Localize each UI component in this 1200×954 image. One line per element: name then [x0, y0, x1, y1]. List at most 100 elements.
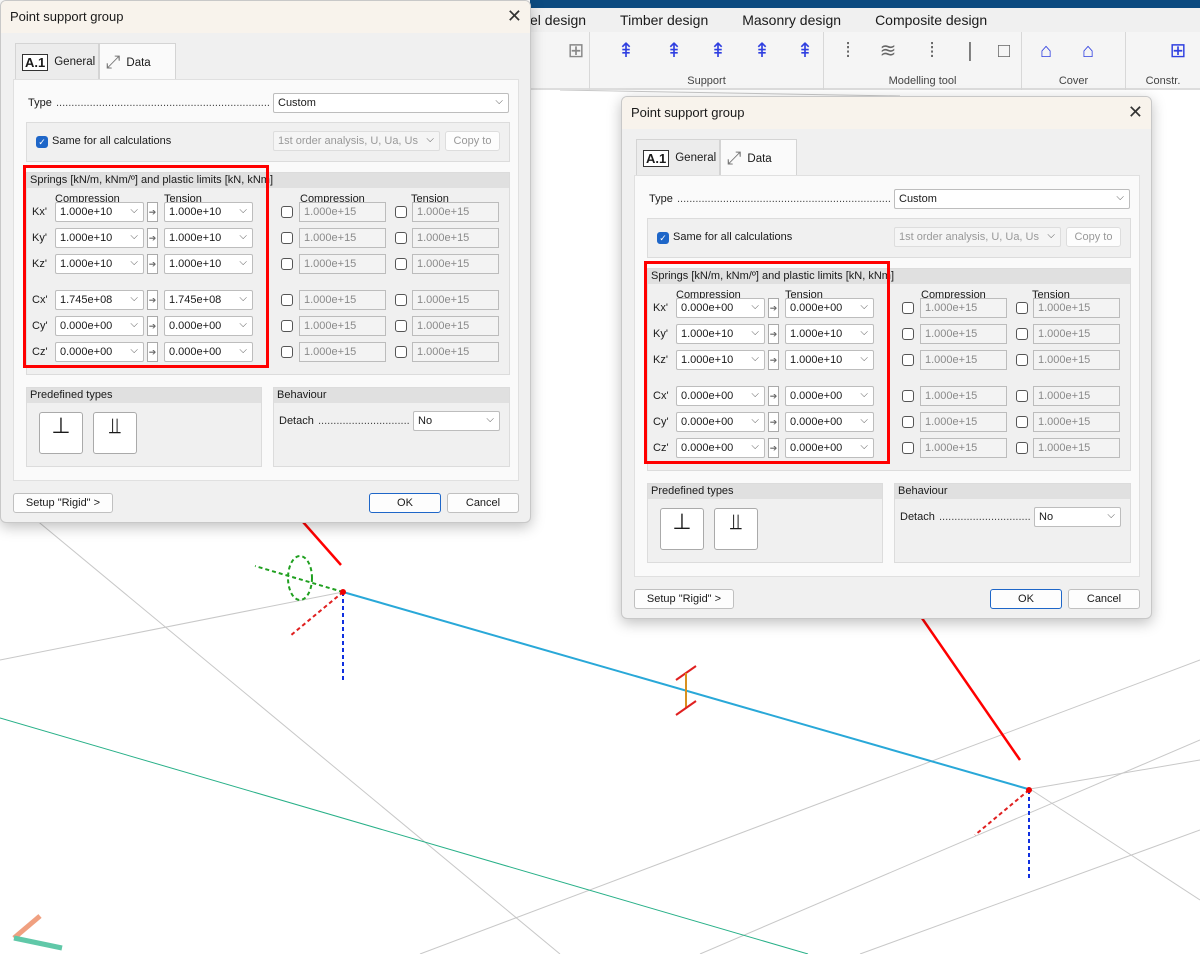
menu-tab[interactable]: Masonry design — [742, 12, 841, 28]
plastic-compression-input: 1.000e+15 — [299, 254, 386, 274]
plastic-compression-checkbox[interactable] — [902, 442, 914, 454]
support-group-icon[interactable]: ⇞ — [793, 38, 817, 64]
link-icon[interactable]: | — [958, 38, 982, 64]
ribbon-group-cover: ⌂ ⌂ Cover — [1022, 32, 1126, 90]
plastic-tension-checkbox[interactable] — [395, 258, 407, 270]
cancel-button[interactable]: Cancel — [1068, 589, 1140, 609]
plastic-tension-input: 1.000e+15 — [1033, 386, 1120, 406]
plastic-tension-checkbox[interactable] — [395, 320, 407, 332]
tab-general[interactable]: A.1 General — [15, 43, 99, 80]
plastic-compression-checkbox[interactable] — [281, 294, 293, 306]
ok-button[interactable]: OK — [369, 493, 441, 513]
pinned-support-button[interactable]: ⫫ — [93, 412, 137, 454]
fixed-support-button[interactable]: ⊥ — [660, 508, 704, 550]
cover-solid-icon[interactable]: ⌂ — [1076, 38, 1100, 64]
plastic-compression-checkbox[interactable] — [902, 328, 914, 340]
ribbon-group-label: Modelling tool — [888, 75, 957, 87]
app-title-bar — [530, 0, 1200, 8]
plastic-tension-checkbox[interactable] — [1016, 354, 1028, 366]
chevron-down-icon: ⌵ — [486, 414, 494, 425]
plastic-tension-checkbox[interactable] — [1016, 442, 1028, 454]
menu-tab[interactable]: Composite design — [875, 12, 987, 28]
tab-data[interactable]: ⤢ Data — [99, 43, 176, 81]
menu-tab[interactable]: Timber design — [620, 12, 708, 28]
fixed-support-button[interactable]: ⊥ — [39, 412, 83, 454]
setup-rigid-button[interactable]: Setup "Rigid" > — [13, 493, 113, 513]
select-value: 1st order analysis, U, Ua, Us — [278, 135, 418, 147]
plastic-compression-checkbox[interactable] — [902, 390, 914, 402]
plastic-tension-input: 1.000e+15 — [412, 316, 499, 336]
tab-label: General — [675, 152, 717, 164]
calculation-select: 1st order analysis, U, Ua, Us ⌵ — [273, 131, 440, 151]
plastic-compression-checkbox[interactable] — [902, 354, 914, 366]
spring-box-icon[interactable]: ⁞ — [920, 38, 944, 64]
same-for-all-label: Same for all calculations — [52, 135, 172, 147]
grid-icon[interactable]: ⊞ — [1166, 38, 1190, 64]
behaviour-section: Behaviour Detach.........................… — [273, 387, 510, 467]
plastic-tension-checkbox[interactable] — [395, 232, 407, 244]
cancel-button[interactable]: Cancel — [447, 493, 519, 513]
tab-general[interactable]: A.1 General — [636, 139, 720, 176]
plastic-compression-checkbox[interactable] — [902, 416, 914, 428]
highlight-box — [644, 261, 890, 464]
ground-support-icon[interactable]: ⇞ — [706, 38, 730, 64]
add-support-icon[interactable]: ⊞ — [564, 38, 588, 64]
plastic-compression-input: 1.000e+15 — [299, 228, 386, 248]
plastic-tension-checkbox[interactable] — [395, 206, 407, 218]
plastic-compression-checkbox[interactable] — [281, 232, 293, 244]
same-for-all-checkbox[interactable]: ✓ — [657, 232, 669, 244]
chevron-down-icon: ⌵ — [495, 96, 503, 107]
setup-rigid-button[interactable]: Setup "Rigid" > — [634, 589, 734, 609]
plastic-tension-input: 1.000e+15 — [412, 254, 499, 274]
ground-support-axes-icon[interactable]: ⇞ — [750, 38, 774, 64]
close-icon[interactable]: ✕ — [507, 6, 522, 27]
close-icon[interactable]: ✕ — [1128, 102, 1143, 123]
same-for-all-checkbox[interactable]: ✓ — [36, 136, 48, 148]
plastic-compression-input: 1.000e+15 — [920, 412, 1007, 432]
ribbon-group-label: Constr. — [1145, 75, 1181, 87]
select-value: Custom — [278, 97, 316, 109]
behaviour-label: Behaviour — [895, 484, 1130, 499]
calculation-box: ✓ Same for all calculations 1st order anal… — [647, 218, 1131, 258]
detach-label: Detach — [279, 415, 314, 427]
plastic-tension-checkbox[interactable] — [395, 346, 407, 358]
plastic-tension-checkbox[interactable] — [395, 294, 407, 306]
type-select[interactable]: Custom ⌵ — [894, 189, 1130, 209]
point-support-icon[interactable]: ⇞ — [614, 38, 638, 64]
plastic-compression-input: 1.000e+15 — [920, 324, 1007, 344]
copy-to-button[interactable]: Copy to — [445, 131, 500, 151]
plastic-compression-checkbox[interactable] — [281, 346, 293, 358]
plastic-tension-input: 1.000e+15 — [412, 228, 499, 248]
ribbon-group-label: Support — [687, 75, 726, 87]
menu-tab[interactable]: el design — [530, 12, 586, 28]
plastic-compression-checkbox[interactable] — [281, 258, 293, 270]
plastic-tension-checkbox[interactable] — [1016, 416, 1028, 428]
detach-select[interactable]: No ⌵ — [413, 411, 500, 431]
type-select[interactable]: Custom ⌵ — [273, 93, 509, 113]
cover-icon[interactable]: ⌂ — [1034, 38, 1058, 64]
plastic-tension-checkbox[interactable] — [1016, 328, 1028, 340]
tab-data[interactable]: ⤢ Data — [720, 139, 797, 177]
spring-icon[interactable]: ⁞ — [836, 38, 860, 64]
copy-to-button[interactable]: Copy to — [1066, 227, 1121, 247]
point-support-axes-icon[interactable]: ⇞ — [662, 38, 686, 64]
pinned-support-button[interactable]: ⫫ — [714, 508, 758, 550]
dialog-title: Point support group — [631, 105, 745, 120]
panel-icon[interactable]: □ — [992, 38, 1016, 64]
plastic-tension-checkbox[interactable] — [1016, 302, 1028, 314]
plastic-compression-checkbox[interactable] — [281, 320, 293, 332]
dialog-title: Point support group — [10, 9, 124, 24]
plastic-tension-checkbox[interactable] — [1016, 390, 1028, 402]
detach-select[interactable]: No ⌵ — [1034, 507, 1121, 527]
plastic-compression-checkbox[interactable] — [281, 206, 293, 218]
plastic-tension-input: 1.000e+15 — [412, 290, 499, 310]
chevron-down-icon: ⌵ — [1107, 510, 1115, 521]
springs-icon[interactable]: ≋ — [876, 38, 900, 64]
menu-tabs: el design Timber design Masonry design C… — [530, 8, 1200, 32]
plastic-compression-checkbox[interactable] — [902, 302, 914, 314]
behaviour-section: Behaviour Detach.........................… — [894, 483, 1131, 563]
ribbon-group-modelling: ⁞ ≋ ⁞ | □ Modelling tool — [824, 32, 1022, 90]
axis-gizmo-icon — [12, 914, 63, 951]
ok-button[interactable]: OK — [990, 589, 1062, 609]
plastic-compression-input: 1.000e+15 — [920, 298, 1007, 318]
